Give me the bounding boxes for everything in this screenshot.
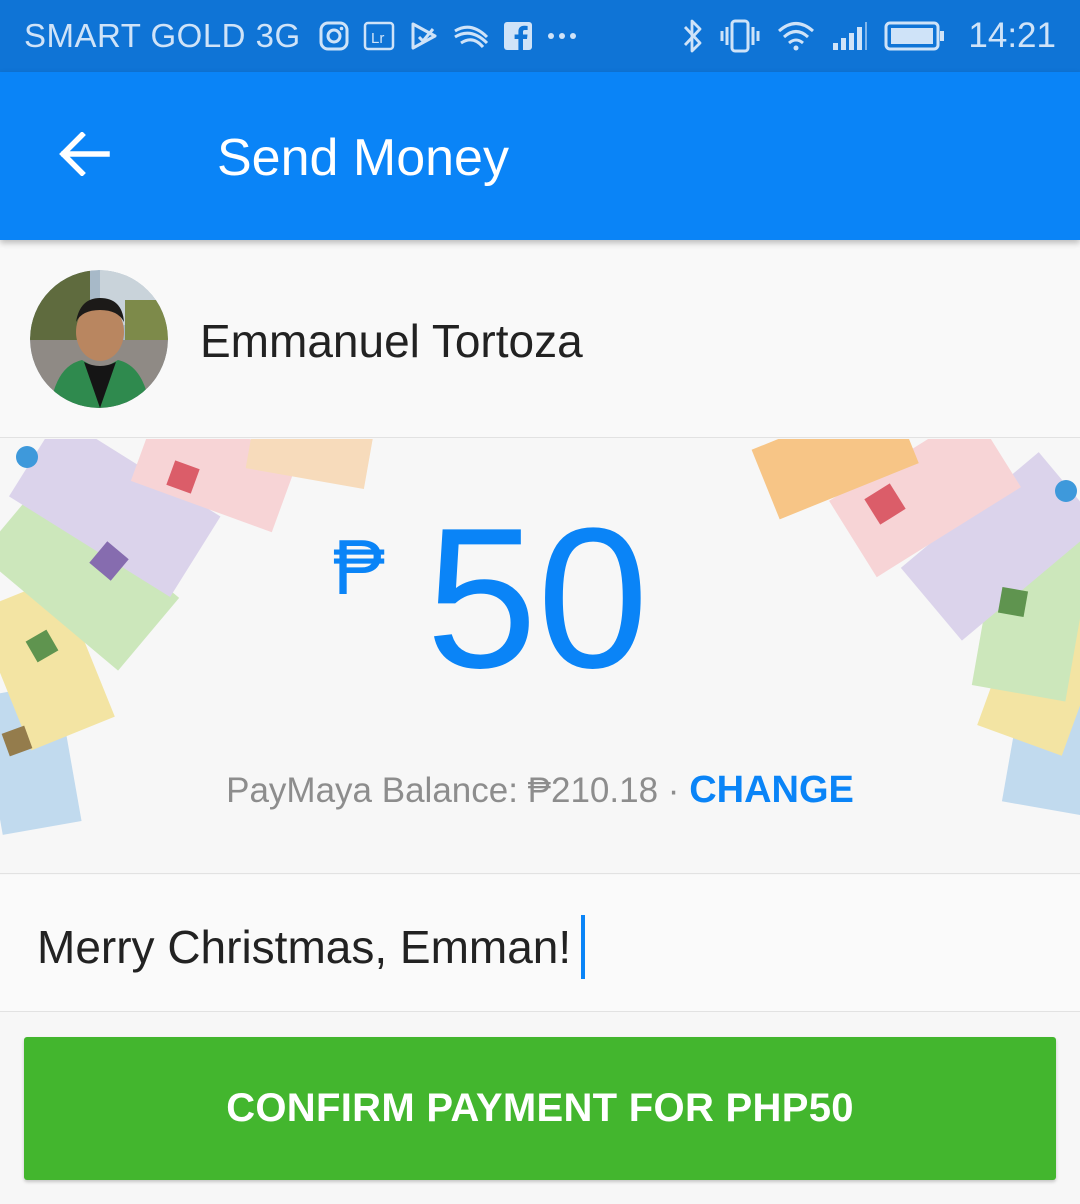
message-text: Merry Christmas, Emman! xyxy=(37,921,572,973)
app-bar: Send Money xyxy=(0,72,1080,240)
status-bar: SMART GOLD 3G Lr 14:21 xyxy=(0,0,1080,72)
recipient-row: Emmanuel Tortoza xyxy=(0,240,1080,438)
status-left: SMART GOLD 3G Lr xyxy=(24,17,682,55)
back-button[interactable] xyxy=(44,116,124,196)
facebook-icon xyxy=(503,21,533,51)
change-source-link[interactable]: CHANGE xyxy=(689,769,854,811)
lightroom-icon: Lr xyxy=(363,21,395,51)
status-clock: 14:21 xyxy=(968,16,1056,55)
balance-line: PayMaya Balance: ₱210.18 · CHANGE xyxy=(0,769,1080,812)
bluetooth-icon xyxy=(682,18,704,54)
amount-section: ₱ 50 PayMaya Balance: ₱210.18 · CHANGE xyxy=(0,439,1080,874)
confirm-payment-button[interactable]: CONFIRM PAYMENT FOR PHP50 xyxy=(24,1037,1056,1180)
text-cursor xyxy=(581,915,586,979)
page-title: Send Money xyxy=(217,129,509,187)
more-dots-icon xyxy=(547,31,577,41)
vibrate-icon xyxy=(720,19,760,53)
svg-text:Lr: Lr xyxy=(371,30,384,47)
amount-value[interactable]: 50 xyxy=(426,479,648,719)
swiftkey-icon xyxy=(453,23,489,49)
message-input[interactable]: Merry Christmas, Emman! xyxy=(37,915,586,979)
play-store-icon xyxy=(409,21,439,51)
wifi-icon xyxy=(776,20,816,52)
status-right: 14:21 xyxy=(682,16,1056,56)
battery-icon xyxy=(884,21,946,51)
balance-label: PayMaya Balance: ₱210.18 xyxy=(226,771,659,810)
balance-separator: · xyxy=(667,771,680,810)
recipient-name: Emmanuel Tortoza xyxy=(200,315,583,367)
message-row[interactable]: Merry Christmas, Emman! xyxy=(0,875,1080,1012)
avatar xyxy=(30,270,168,408)
carrier-label: SMART GOLD 3G xyxy=(24,17,301,54)
currency-symbol: ₱ xyxy=(333,523,386,611)
back-arrow-icon xyxy=(58,130,110,181)
signal-icon xyxy=(832,21,868,51)
instagram-icon xyxy=(319,21,349,51)
